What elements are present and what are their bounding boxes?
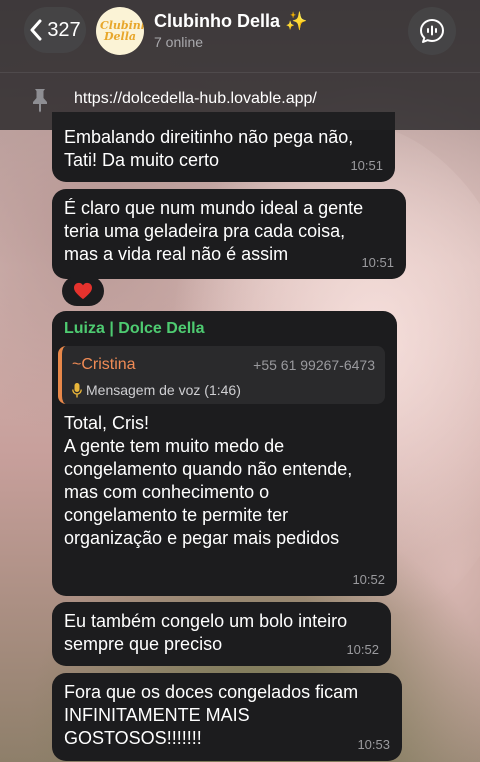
- message-bubble[interactable]: Eu também congelo um bolo inteiro sempre…: [52, 602, 391, 666]
- chat-header: 327 Clubinho Della Clubinho Della ✨ 7 on…: [0, 0, 480, 130]
- reply-phone: +55 61 99267-6473: [253, 357, 375, 373]
- back-button[interactable]: 327: [24, 7, 86, 53]
- reply-preview-text: Mensagem de voz (1:46): [86, 382, 241, 398]
- message-text: Fora que os doces congelados ficam INFIN…: [64, 682, 359, 748]
- message-time: 10:53: [357, 737, 390, 752]
- message-text: Total, Cris! A gente tem muito medo de c…: [64, 413, 353, 548]
- heart-icon: [74, 282, 92, 300]
- chevron-left-icon: [30, 19, 42, 41]
- heart-reaction[interactable]: [62, 276, 104, 306]
- pinned-url[interactable]: https://dolcedella-hub.lovable.app/: [74, 90, 317, 108]
- reply-preview: Mensagem de voz (1:46): [72, 379, 241, 402]
- message-bubble[interactable]: Luiza | Dolce Della ~Cristina +55 61 992…: [52, 311, 397, 596]
- message-time: 10:52: [352, 572, 385, 587]
- message-time: 10:52: [346, 642, 379, 657]
- chat-title[interactable]: Clubinho Della ✨: [154, 11, 307, 32]
- pin-icon: [33, 89, 47, 113]
- sender-name[interactable]: Luiza | Dolce Della: [64, 317, 385, 340]
- microphone-icon: [72, 383, 82, 398]
- group-avatar[interactable]: Clubinho Della: [96, 7, 144, 55]
- pinned-message-bar[interactable]: https://dolcedella-hub.lovable.app/: [0, 72, 480, 131]
- message-time: 10:51: [361, 255, 394, 270]
- unread-count: 327: [47, 18, 81, 41]
- voice-chat-button[interactable]: [408, 7, 456, 55]
- voice-chat-icon: [420, 19, 444, 43]
- message-time: 10:51: [350, 158, 383, 173]
- message-text: Eu também congelo um bolo inteiro sempre…: [64, 611, 348, 654]
- message-bubble[interactable]: Fora que os doces congelados ficam INFIN…: [52, 673, 402, 761]
- avatar-logo-text: Clubinho Della: [100, 19, 144, 43]
- message-text: Embalando direitinho não pega não, Tati!…: [64, 127, 354, 170]
- reply-author: ~Cristina: [72, 356, 136, 373]
- message-bubble[interactable]: É claro que num mundo ideal a gente teri…: [52, 189, 406, 279]
- message-text: É claro que num mundo ideal a gente teri…: [64, 198, 364, 264]
- reply-quote[interactable]: ~Cristina +55 61 99267-6473 Mensagem de …: [58, 346, 385, 404]
- online-status: 7 online: [154, 34, 204, 50]
